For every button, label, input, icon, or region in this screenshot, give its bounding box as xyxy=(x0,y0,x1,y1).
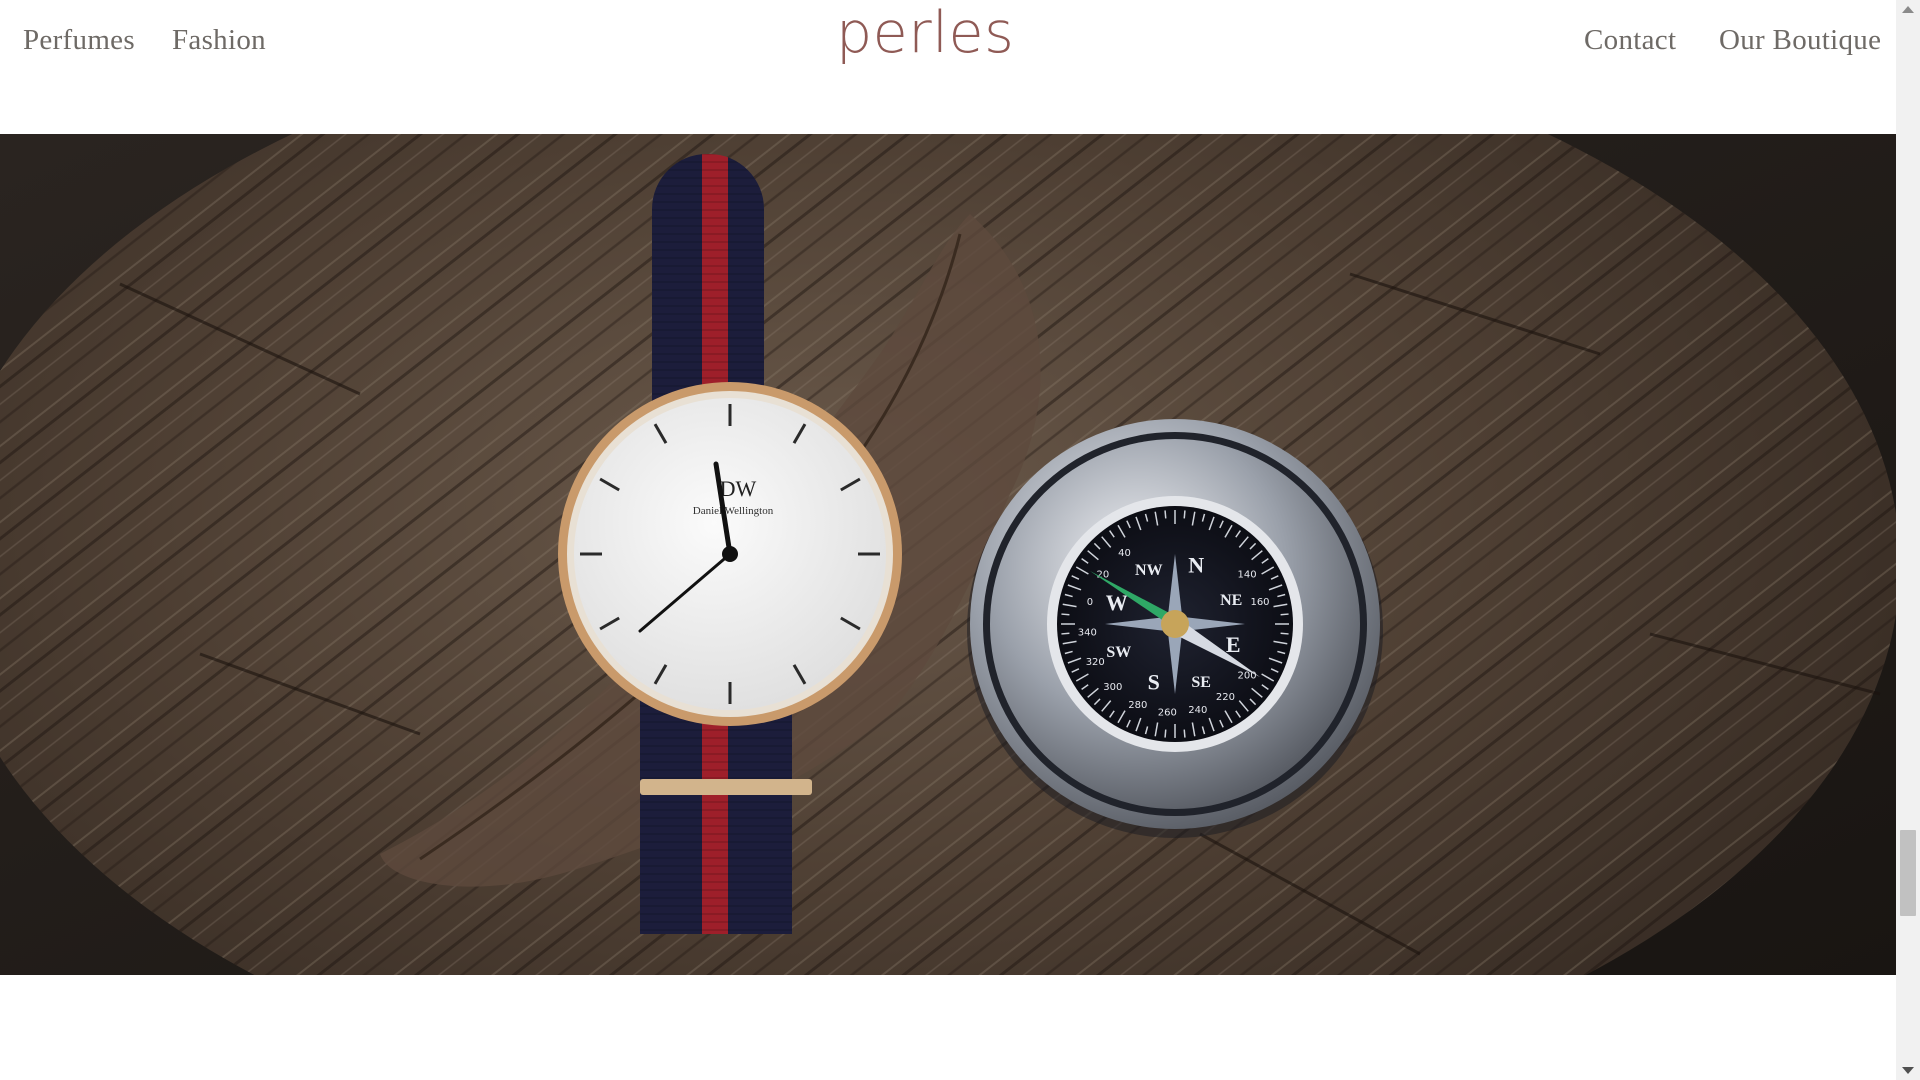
compass-degree-label: 260 xyxy=(1158,708,1177,719)
compass-degree-label: 40 xyxy=(1118,548,1131,559)
watch-strap-bottom xyxy=(640,694,792,934)
compass-degree-label: 0 xyxy=(1087,597,1093,608)
compass-tick xyxy=(1164,510,1167,519)
compass-tick xyxy=(1164,729,1167,738)
nav-our-boutique[interactable]: Our Boutique xyxy=(1719,24,1881,57)
compass-degree-label: 200 xyxy=(1238,670,1257,681)
compass-pivot xyxy=(1161,610,1189,638)
compass-degree-label: 280 xyxy=(1128,700,1147,711)
compass-tick xyxy=(1280,613,1289,616)
compass-degree-label: 320 xyxy=(1086,657,1105,668)
scroll-up-arrow[interactable] xyxy=(1902,6,1914,13)
site-logo[interactable]: perles xyxy=(836,0,1014,66)
compass-tick xyxy=(1183,729,1186,738)
watch-hand-pin xyxy=(722,546,738,562)
hero-image: DW Daniel Wellington 300 320 340 0 20 40 140 16… xyxy=(0,134,1896,975)
hero-photo-watch-compass: DW Daniel Wellington 3003203400204014016… xyxy=(0,134,1896,975)
watch-brand-name: Daniel Wellington xyxy=(693,505,774,517)
compass-degree-label: 140 xyxy=(1238,570,1257,581)
compass-tick xyxy=(1183,510,1186,519)
scroll-down-arrow[interactable] xyxy=(1902,1067,1914,1074)
compass-degree-label: 220 xyxy=(1216,692,1235,703)
compass-tick xyxy=(1280,632,1289,635)
nav-fashion[interactable]: Fashion xyxy=(172,24,266,57)
compass-cardinal-label: NW xyxy=(1135,562,1163,579)
scroll-thumb[interactable] xyxy=(1900,830,1916,916)
compass-cardinal-label: SW xyxy=(1106,644,1131,661)
compass-cardinal-label: SE xyxy=(1191,674,1211,691)
nav-perfumes[interactable]: Perfumes xyxy=(23,24,135,57)
compass-tick xyxy=(1061,632,1070,635)
compass-degree-label: 300 xyxy=(1103,682,1122,693)
compass-degree-label: 160 xyxy=(1250,597,1269,608)
compass-cardinal-label: E xyxy=(1226,632,1241,657)
vertical-scrollbar[interactable] xyxy=(1896,0,1920,1080)
nav-contact[interactable]: Contact xyxy=(1584,24,1676,57)
compass-cardinal-label: NE xyxy=(1220,592,1242,609)
site-header: Perfumes Fashion perles Contact Our Bout… xyxy=(0,0,1896,134)
compass-cardinal-label: S xyxy=(1148,669,1160,694)
strap-buckle xyxy=(640,779,812,795)
compass-degree-label: 340 xyxy=(1078,628,1097,639)
compass-tick xyxy=(1061,613,1070,616)
compass-degree-label: 240 xyxy=(1188,705,1207,716)
compass-cardinal-label: N xyxy=(1188,553,1204,578)
watch-brand-mark: DW xyxy=(720,476,757,501)
